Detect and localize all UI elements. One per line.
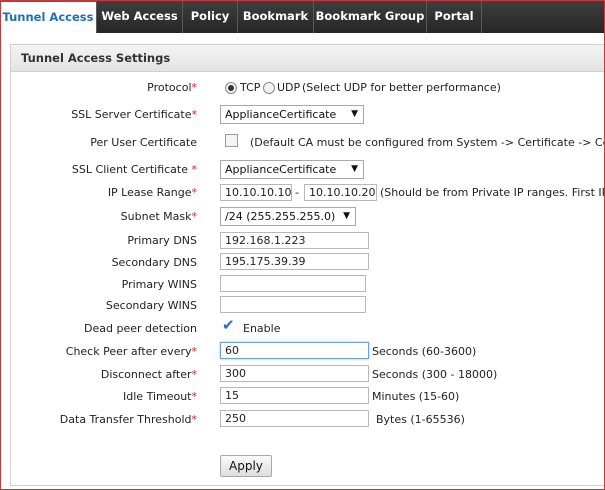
checkmark-icon[interactable]: ✔	[222, 316, 235, 334]
ip-lease-separator: -	[295, 186, 299, 199]
subnet-mask-label: Subnet Mask*	[120, 210, 197, 223]
protocol-label: Protocol*	[147, 81, 197, 94]
protocol-tcp-label: TCP	[240, 81, 261, 94]
per-user-certificate-label: Per User Certificate	[90, 136, 197, 149]
apply-button[interactable]: Apply	[220, 455, 272, 477]
tab-bookmark-group[interactable]: Bookmark Group	[314, 0, 427, 33]
per-user-certificate-hint: (Default CA must be configured from Syst…	[250, 136, 605, 149]
secondary-wins-label: Secondary WINS	[105, 299, 197, 312]
chevron-down-icon: ▼	[351, 164, 358, 174]
check-peer-label: Check Peer after every*	[65, 345, 197, 358]
ip-lease-range-label: IP Lease Range*	[107, 186, 197, 199]
dead-peer-enable-label: Enable	[243, 322, 281, 335]
protocol-hint: (Select UDP for better performance)	[302, 81, 501, 94]
protocol-tcp-radio[interactable]	[225, 82, 237, 94]
ssl-client-certificate-select[interactable]: ApplianceCertificate ▼	[220, 160, 364, 179]
data-transfer-threshold-label: Data Transfer Threshold*	[59, 413, 197, 426]
idle-timeout-label: Idle Timeout*	[123, 390, 197, 403]
tab-web-access[interactable]: Web Access	[97, 0, 183, 33]
ssl-server-certificate-value: ApplianceCertificate	[225, 108, 337, 121]
dead-peer-detection-label: Dead peer detection	[84, 322, 197, 335]
ip-lease-end-input[interactable]: 10.10.10.20	[304, 184, 377, 201]
check-peer-input[interactable]: 60	[220, 342, 369, 359]
ip-lease-start-input[interactable]: 10.10.10.10	[220, 184, 292, 201]
ssl-server-certificate-label: SSL Server Certificate*	[71, 108, 197, 121]
disconnect-after-unit: Seconds (300 - 18000)	[372, 368, 498, 381]
per-user-certificate-checkbox[interactable]	[225, 134, 238, 147]
panel-title: Tunnel Access Settings	[11, 45, 605, 72]
tab-policy[interactable]: Policy	[183, 0, 238, 33]
protocol-udp-label: UDP	[277, 81, 301, 94]
disconnect-after-label: Disconnect after*	[100, 368, 197, 381]
ssl-client-certificate-label: SSL Client Certificate *	[71, 163, 197, 176]
chevron-down-icon: ▼	[351, 109, 358, 119]
disconnect-after-input[interactable]: 300	[220, 365, 369, 382]
data-transfer-threshold-input[interactable]: 250	[220, 410, 369, 427]
tab-portal[interactable]: Portal	[427, 0, 482, 33]
ssl-client-certificate-value: ApplianceCertificate	[225, 163, 337, 176]
secondary-wins-input[interactable]	[220, 296, 366, 313]
tab-bookmark[interactable]: Bookmark	[238, 0, 314, 33]
data-transfer-threshold-unit: Bytes (1-65536)	[376, 413, 465, 426]
primary-wins-label: Primary WINS	[121, 278, 197, 291]
chevron-down-icon: ▼	[343, 211, 350, 221]
subnet-mask-value: /24 (255.255.255.0)	[225, 210, 336, 223]
subnet-mask-select[interactable]: /24 (255.255.255.0) ▼	[220, 207, 356, 226]
idle-timeout-input[interactable]: 15	[220, 387, 369, 404]
ip-lease-range-hint: (Should be from Private IP ranges. First…	[380, 186, 605, 199]
protocol-udp-radio[interactable]	[263, 82, 275, 94]
tab-tunnel-access[interactable]: Tunnel Access	[0, 0, 97, 33]
top-navigation: Tunnel Access Web Access Policy Bookmark…	[0, 0, 605, 33]
secondary-dns-label: Secondary DNS	[111, 256, 197, 269]
primary-dns-input[interactable]: 192.168.1.223	[220, 232, 369, 249]
primary-wins-input[interactable]	[220, 275, 366, 292]
primary-dns-label: Primary DNS	[127, 234, 197, 247]
secondary-dns-input[interactable]: 195.175.39.39	[220, 253, 369, 270]
idle-timeout-unit: Minutes (15-60)	[372, 390, 460, 403]
check-peer-unit: Seconds (60-3600)	[372, 345, 477, 358]
ssl-server-certificate-select[interactable]: ApplianceCertificate ▼	[220, 105, 364, 124]
